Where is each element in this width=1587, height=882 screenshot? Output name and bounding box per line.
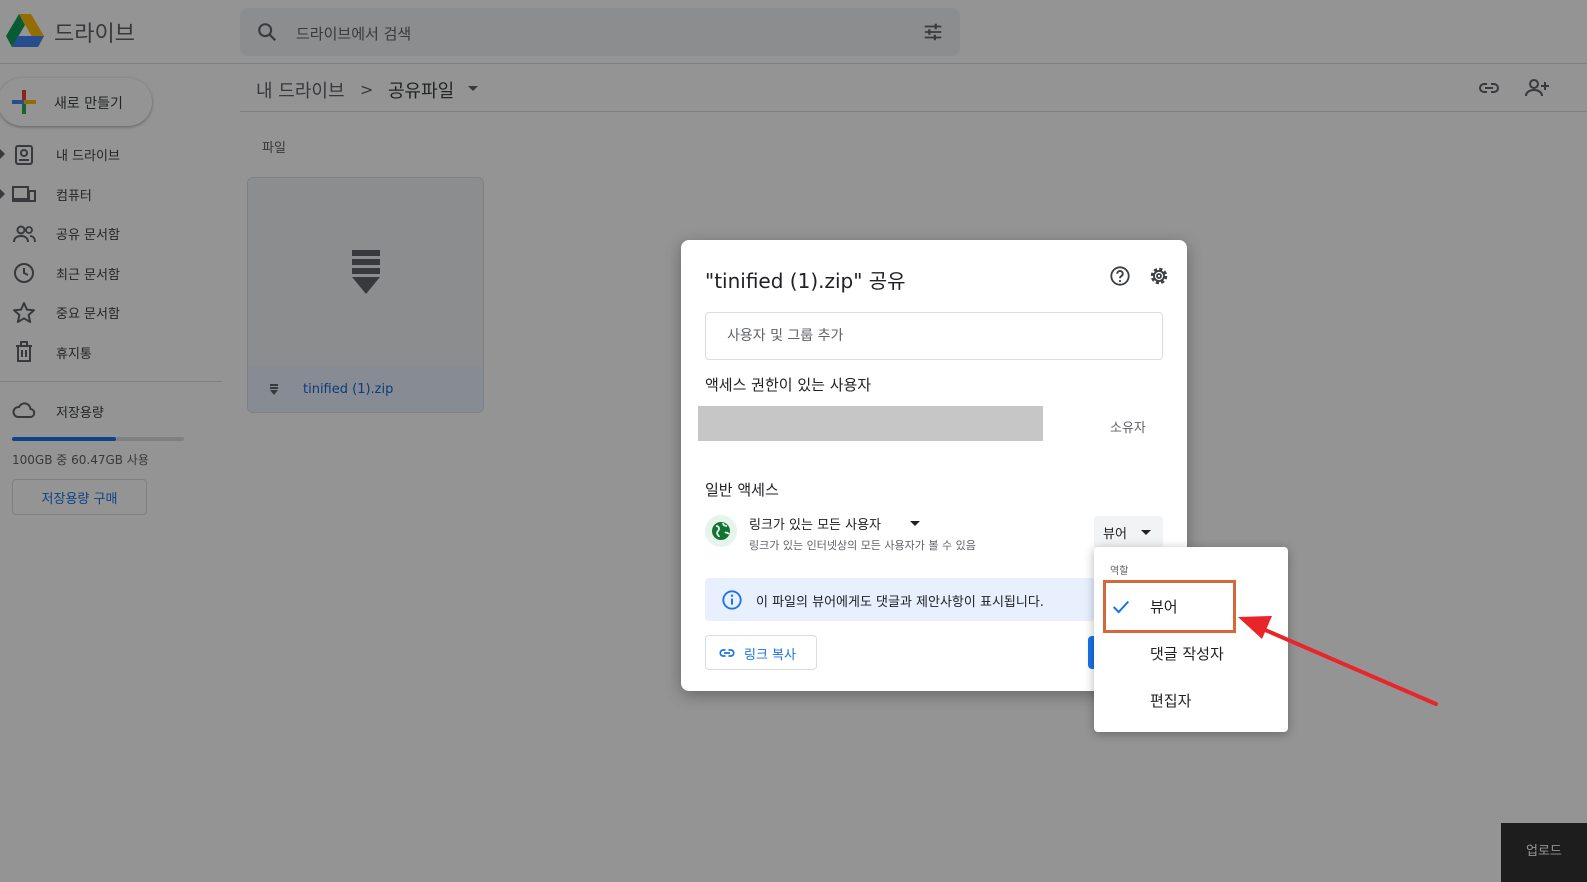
info-icon	[722, 590, 742, 610]
role-dropdown-label: 뷰어	[1103, 527, 1127, 542]
copy-link-label: 링크 복사	[744, 648, 796, 663]
general-access-description: 링크가 있는 인터넷상의 모든 사용자가 볼 수 있음	[749, 539, 976, 552]
add-people-input[interactable]	[705, 312, 1163, 360]
info-banner-text: 이 파일의 뷰어에게도 댓글과 제안사항이 표시됩니다.	[756, 595, 1044, 610]
copy-link-button[interactable]: 링크 복사	[705, 635, 817, 670]
annotation-highlight-box	[1103, 580, 1236, 633]
role-option-label: 댓글 작성자	[1150, 645, 1224, 663]
redacted-user-entry	[698, 406, 1043, 441]
role-dropdown-button[interactable]: 뷰어	[1094, 516, 1163, 548]
help-icon[interactable]	[1109, 265, 1131, 287]
general-access-dropdown[interactable]: 링크가 있는 모든 사용자	[749, 514, 881, 533]
role-option-editor[interactable]: 편집자	[1094, 678, 1288, 722]
people-with-access-heading: 액세스 권한이 있는 사용자	[705, 376, 872, 394]
role-option-label: 편집자	[1150, 692, 1192, 710]
share-dialog-title: "tinified (1).zip" 공유	[705, 269, 906, 293]
general-access-heading: 일반 액세스	[705, 481, 779, 499]
general-access-caret-icon[interactable]	[910, 521, 920, 526]
owner-role-label: 소유자	[1110, 421, 1146, 436]
link-icon	[719, 649, 735, 657]
gear-icon[interactable]	[1148, 265, 1170, 287]
globe-icon	[705, 515, 737, 547]
role-caret-icon	[1141, 530, 1151, 535]
role-option-commenter[interactable]: 댓글 작성자	[1094, 631, 1288, 675]
role-menu-header: 역할	[1110, 566, 1129, 577]
info-banner: 이 파일의 뷰어에게도 댓글과 제안사항이 표시됩니다.	[705, 578, 1095, 621]
role-menu: 역할 뷰어 댓글 작성자 편집자	[1094, 547, 1288, 732]
